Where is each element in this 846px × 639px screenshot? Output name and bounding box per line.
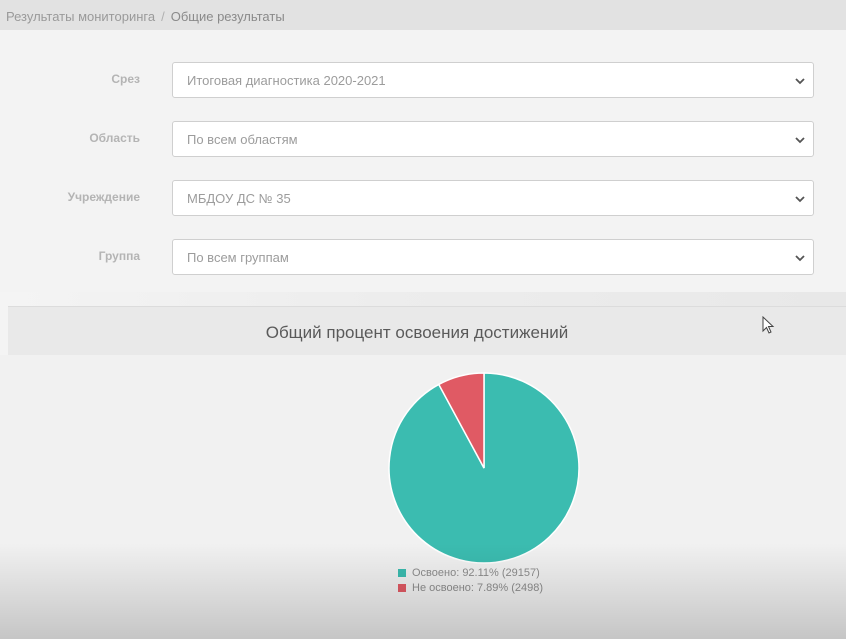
slice-select[interactable]: Итоговая диагностика 2020-2021 — [172, 62, 814, 98]
chart-legend: Освоено: 92.11% (29157) Не освоено: 7.89… — [398, 566, 543, 596]
legend-item-not-mastered[interactable]: Не освоено: 7.89% (2498) — [398, 581, 543, 596]
slice-select-value: Итоговая диагностика 2020-2021 — [187, 73, 386, 88]
filter-label-institution: Учреждение — [67, 190, 140, 204]
legend-label-not-mastered: Не освоено: 7.89% (2498) — [412, 582, 544, 594]
filter-label-slice: Срез — [111, 72, 140, 86]
chevron-down-icon — [795, 196, 805, 203]
filter-row-region: Область По всем областям — [0, 119, 846, 159]
breadcrumb-current: Общие результаты — [170, 9, 285, 24]
group-select-value: По всем группам — [187, 250, 289, 265]
breadcrumb-separator: / — [161, 9, 165, 24]
chevron-down-icon — [795, 137, 805, 144]
filter-label-region: Область — [89, 131, 140, 145]
legend-swatch-mastered — [398, 569, 406, 578]
legend-item-mastered[interactable]: Освоено: 92.11% (29157) — [398, 566, 543, 581]
app-screen: Результаты мониторинга / Общие результаты … — [0, 0, 846, 639]
filter-row-slice: Срез Итоговая диагностика 2020-2021 — [0, 60, 846, 100]
chevron-down-icon — [795, 78, 805, 85]
chart-header: Общий процент освоения достижений — [8, 306, 846, 356]
filter-row-institution: Учреждение МБДОУ ДС № 35 — [0, 178, 846, 218]
institution-select[interactable]: МБДОУ ДС № 35 — [172, 180, 814, 216]
filters-panel: Срез Итоговая диагностика 2020-2021 Обла… — [0, 30, 846, 292]
pie-chart — [388, 372, 580, 564]
breadcrumb: Результаты мониторинга / Общие результаты — [0, 0, 846, 30]
institution-select-value: МБДОУ ДС № 35 — [187, 191, 291, 206]
legend-swatch-not-mastered — [398, 584, 406, 593]
filter-label-group: Группа — [98, 249, 140, 263]
region-select[interactable]: По всем областям — [172, 121, 814, 157]
group-select[interactable]: По всем группам — [172, 239, 814, 275]
filter-row-group: Группа По всем группам — [0, 237, 846, 277]
legend-label-mastered: Освоено: 92.11% (29157) — [412, 567, 540, 579]
chevron-down-icon — [795, 255, 805, 262]
region-select-value: По всем областям — [187, 132, 298, 147]
mouse-pointer-icon — [762, 316, 775, 334]
breadcrumb-parent-link[interactable]: Результаты мониторинга — [6, 9, 155, 24]
chart-title: Общий процент освоения достижений — [265, 323, 569, 342]
